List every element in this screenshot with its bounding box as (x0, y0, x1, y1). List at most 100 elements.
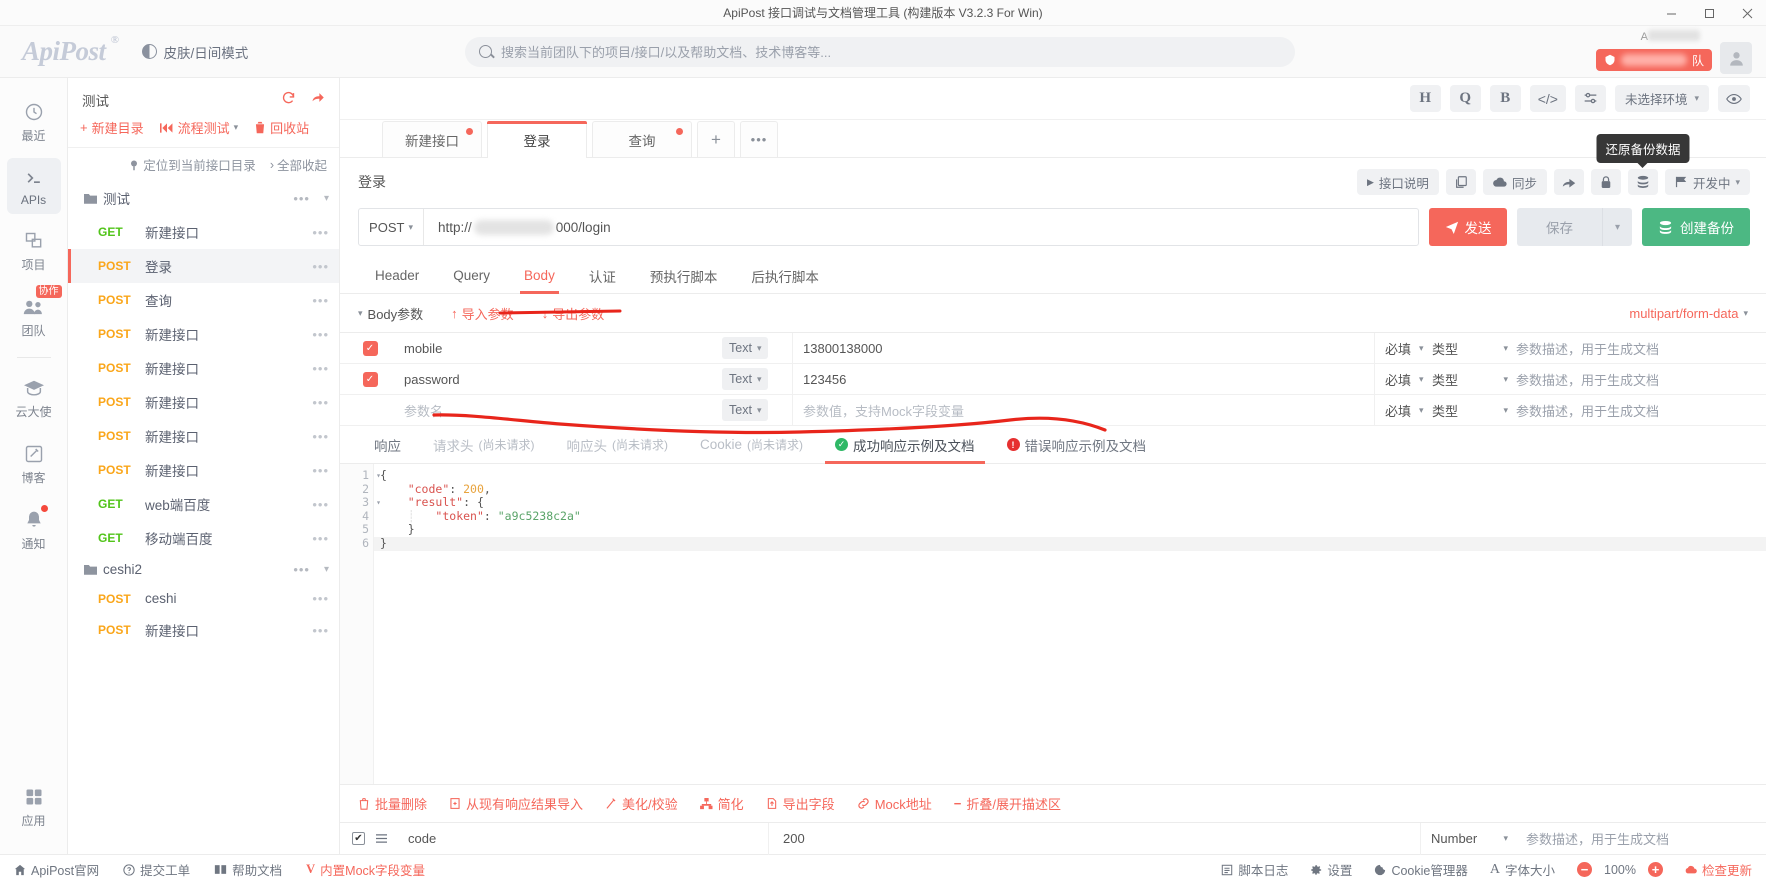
environment-selector[interactable]: 未选择环境 ▾ (1614, 85, 1709, 112)
flow-test-button[interactable]: 流程测试 ▾ (159, 118, 238, 137)
tree-api-item[interactable]: POST 新建接口 ••• (68, 419, 339, 453)
tab-new-api[interactable]: 新建接口 (382, 121, 482, 157)
field-type-selector[interactable]: Number ▾ (1420, 822, 1516, 855)
field-description[interactable]: 参数描述，用于生成文档 (1516, 829, 1766, 848)
restore-backup-button[interactable]: 还原备份数据 (1596, 134, 1690, 195)
chevron-down-icon[interactable]: ▾ (358, 308, 363, 319)
check-update-button[interactable]: 检查更新 (1685, 860, 1752, 879)
send-button[interactable]: 发送 (1429, 208, 1507, 246)
settings-button[interactable]: 设置 (1310, 860, 1352, 879)
new-folder-button[interactable]: + 新建目录 (80, 118, 144, 137)
tree-api-item[interactable]: GET 移动端百度 ••• (68, 521, 339, 555)
tab-login[interactable]: 登录 (487, 121, 587, 158)
api-description-button[interactable]: ▶ 接口说明 (1357, 169, 1439, 195)
collapse-all-button[interactable]: › 全部收起 (270, 155, 327, 174)
minimize-button[interactable] (1652, 0, 1690, 26)
tree-api-item[interactable]: POST 查询 ••• (68, 283, 339, 317)
param-value[interactable]: 参数值，支持Mock字段变量 (792, 394, 1374, 426)
skin-toggle[interactable]: 皮肤/日间模式 (141, 42, 248, 62)
chevron-down-icon[interactable]: ▾ (324, 193, 329, 204)
api-more-icon[interactable]: ••• (312, 623, 329, 638)
tab-error-example[interactable]: ! 错误响应示例及文档 (991, 426, 1163, 464)
param-vtype-selector[interactable]: 类型 ▾ (1432, 339, 1516, 358)
tree-list[interactable]: 测试 ••• ▾ GET 新建接口 ••• POST 登录 ••• POST 查… (68, 181, 339, 854)
api-more-icon[interactable]: ••• (312, 327, 329, 342)
batch-delete-button[interactable]: 批量删除 (358, 794, 427, 813)
rail-item-notification[interactable]: 通知 (7, 500, 61, 559)
tab-success-example[interactable]: ✓ 成功响应示例及文档 (819, 426, 991, 464)
team-chip[interactable]: 队 (1595, 49, 1712, 71)
submit-ticket-link[interactable]: 提交工单 (123, 860, 190, 879)
tab-query[interactable]: Query (436, 258, 507, 294)
tree-folder[interactable]: 测试 ••• ▾ (68, 181, 339, 215)
tab-response[interactable]: 响应 (358, 426, 417, 464)
rail-item-apps[interactable]: 应用 (7, 777, 61, 836)
tab-header[interactable]: Header (358, 258, 436, 294)
api-more-icon[interactable]: ••• (312, 429, 329, 444)
api-more-icon[interactable]: ••• (312, 531, 329, 546)
http-method-selector[interactable]: POST ▾ (359, 209, 424, 245)
api-more-icon[interactable]: ••• (312, 497, 329, 512)
share-icon[interactable] (310, 90, 325, 105)
tree-api-item[interactable]: POST ceshi ••• (68, 584, 339, 613)
locate-current-api-button[interactable]: 定位到当前接口目录 (128, 155, 256, 174)
quote-button[interactable]: Q (1449, 85, 1481, 112)
tree-api-item[interactable]: GET web端百度 ••• (68, 487, 339, 521)
maximize-button[interactable] (1690, 0, 1728, 26)
avatar[interactable] (1720, 42, 1752, 74)
create-backup-button[interactable]: 创建备份 (1642, 208, 1750, 246)
tab-post-script[interactable]: 后执行脚本 (734, 258, 836, 294)
eye-icon[interactable] (1718, 85, 1750, 112)
table-row[interactable]: ✓ password Text ▾ 123456 必填 ▾ 类型 ▾ 参数描述，… (340, 363, 1766, 395)
tree-folder[interactable]: ceshi2 ••• ▾ (68, 555, 339, 584)
editor-code[interactable]: { "code": 200, "result": { ┊ "token": "a… (374, 464, 1766, 784)
sync-button[interactable]: 同步 (1482, 169, 1547, 195)
tree-api-item-selected[interactable]: POST 登录 ••• (68, 249, 339, 283)
field-name[interactable]: code (400, 831, 768, 846)
response-field-row[interactable]: ✔ code 200 Number ▾ 参数描述，用于生成文档 (340, 822, 1766, 855)
bold-button[interactable]: B (1489, 85, 1521, 112)
tab-request-headers[interactable]: 请求头 (尚未请求) (417, 426, 551, 464)
copy-icon[interactable] (1445, 169, 1476, 195)
row-checkbox[interactable]: ✓ (362, 340, 378, 356)
row-checkbox[interactable]: ✓ (362, 371, 378, 387)
share-icon[interactable] (1553, 169, 1584, 195)
heading-button[interactable]: H (1409, 85, 1441, 112)
param-required-selector[interactable]: 必填 ▾ (1374, 394, 1432, 426)
zoom-in-button[interactable]: + (1647, 862, 1663, 877)
beautify-validate-button[interactable]: 美化/校验 (605, 794, 678, 813)
tab-pre-script[interactable]: 预执行脚本 (633, 258, 735, 294)
json-editor[interactable]: 1 ▾ 2 3 ▾ 4 5 6 { "code": 200, "result": {… (340, 464, 1766, 785)
tree-api-item[interactable]: POST 新建接口 ••• (68, 351, 339, 385)
api-more-icon[interactable]: ••• (312, 463, 329, 478)
param-type-selector[interactable]: Text ▾ (722, 368, 769, 390)
field-value[interactable]: 200 (768, 822, 1420, 855)
param-vtype-selector[interactable]: 类型 ▾ (1432, 401, 1516, 420)
import-params-button[interactable]: ↑ 导入参数 (451, 304, 514, 323)
rail-item-apis[interactable]: APIs (6, 158, 61, 214)
tree-api-item[interactable]: GET 新建接口 ••• (68, 215, 339, 249)
rail-item-ambassador[interactable]: 云大使 (7, 368, 61, 427)
chevron-down-icon[interactable]: ▾ (324, 564, 329, 575)
folder-more-icon[interactable]: ••• (293, 562, 310, 577)
export-fields-button[interactable]: 导出字段 (766, 794, 835, 813)
row-checkbox[interactable] (363, 403, 378, 418)
api-more-icon[interactable]: ••• (312, 225, 329, 240)
tab-auth[interactable]: 认证 (572, 258, 633, 294)
content-type-selector[interactable]: multipart/form-data ▾ (1629, 306, 1748, 321)
tab-add-button[interactable]: + (697, 121, 735, 157)
mock-variables-link[interactable]: V 内置Mock字段变量 (306, 860, 425, 879)
param-type-selector[interactable]: Text ▾ (722, 399, 769, 421)
param-value[interactable]: 13800138000 (792, 332, 1374, 364)
tab-body[interactable]: Body (507, 258, 572, 294)
tab-cookie[interactable]: Cookie (尚未请求) (684, 426, 819, 464)
api-status-selector[interactable]: 开发中 ▾ (1664, 169, 1750, 195)
api-more-icon[interactable]: ••• (312, 395, 329, 410)
rail-item-project[interactable]: 项目 (7, 221, 61, 280)
drag-handle-icon[interactable] (375, 833, 388, 844)
search-input[interactable]: 搜索当前团队下的项目/接口/以及帮助文档、技术博客等... (501, 42, 831, 61)
mock-url-button[interactable]: Mock地址 (857, 794, 932, 813)
global-search[interactable]: 搜索当前团队下的项目/接口/以及帮助文档、技术博客等... (465, 36, 1295, 67)
tab-response-headers[interactable]: 响应头 (尚未请求) (551, 426, 685, 464)
zoom-out-button[interactable]: − (1577, 862, 1592, 877)
